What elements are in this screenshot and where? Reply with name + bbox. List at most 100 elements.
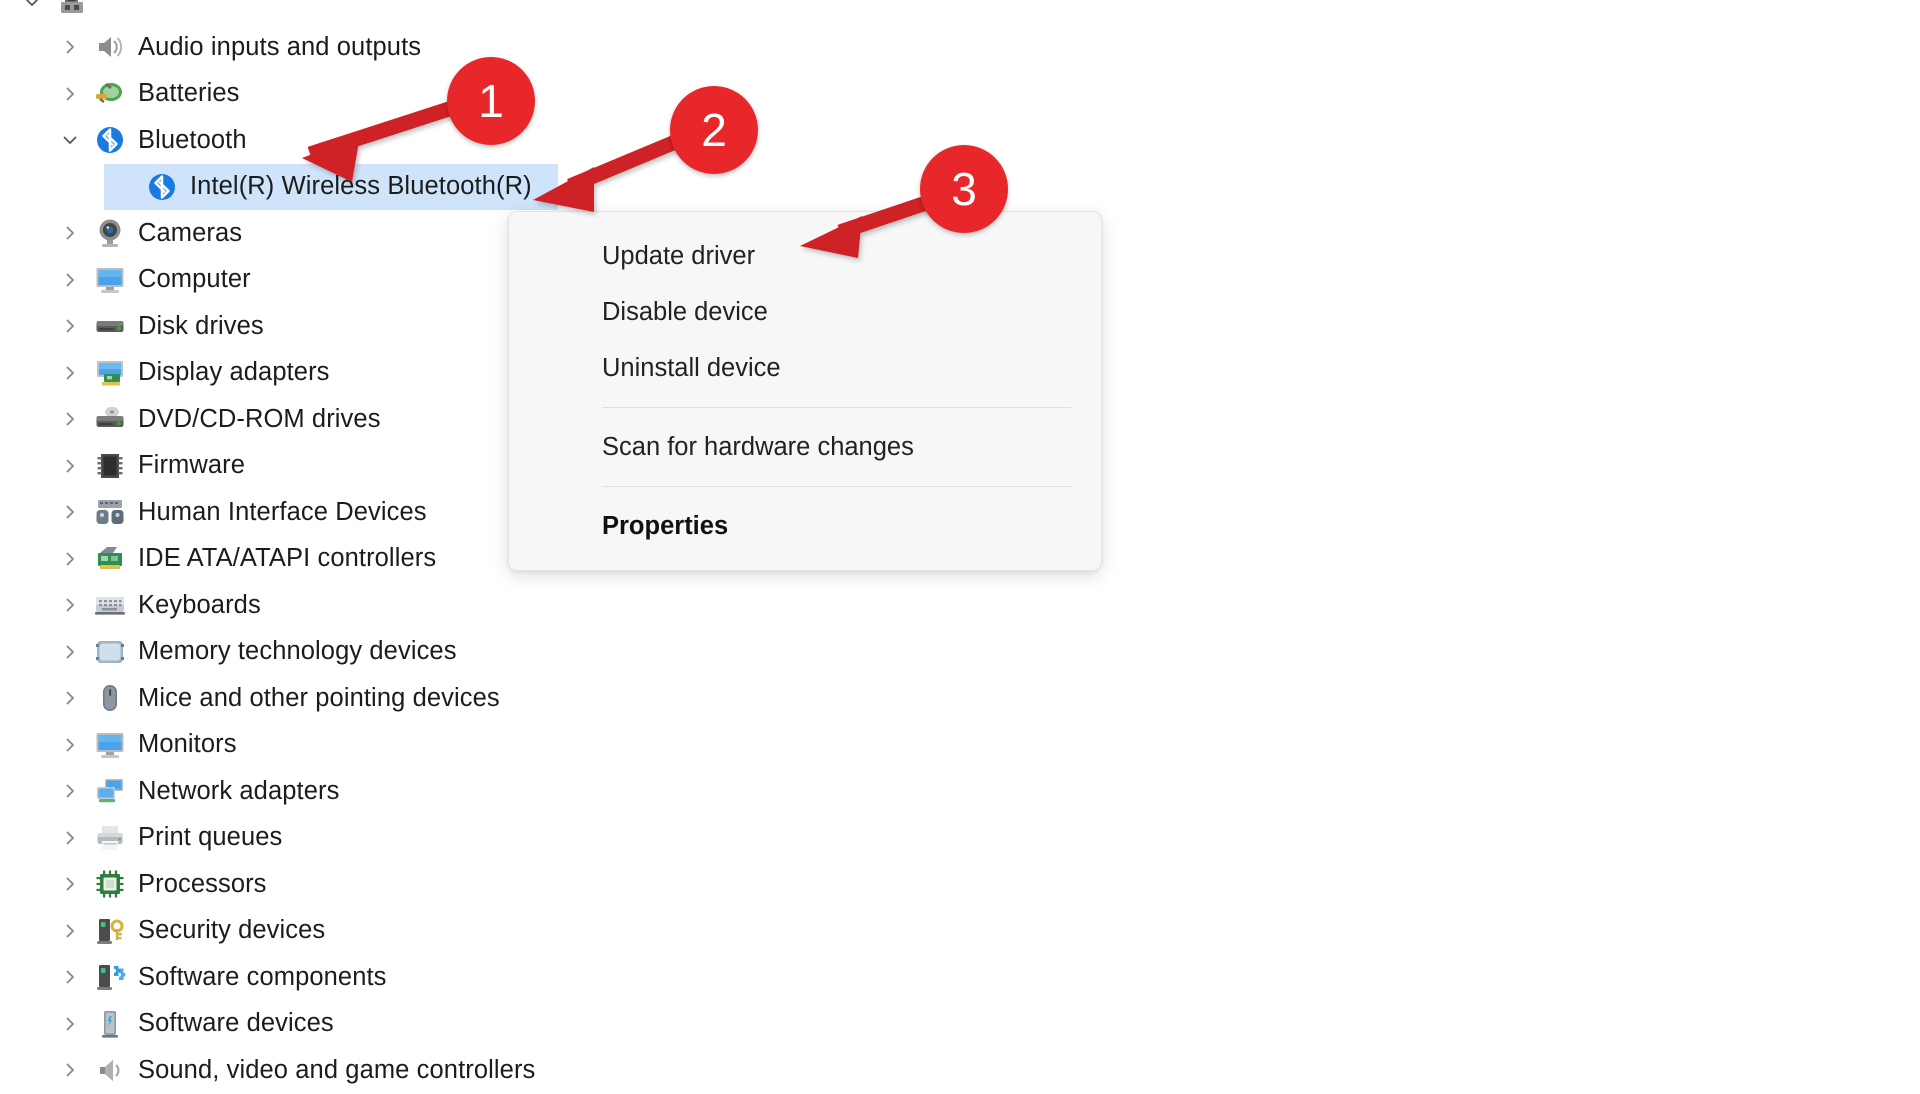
chevron-right-icon[interactable]: [52, 317, 88, 335]
security-device-icon: [88, 915, 132, 947]
chevron-down-icon[interactable]: [14, 0, 50, 11]
menu-separator: [602, 407, 1071, 408]
tree-row-label: Audio inputs and outputs: [138, 32, 422, 61]
sound-device-icon: [88, 1054, 132, 1086]
menu-item-update-driver[interactable]: Update driver: [509, 228, 1101, 284]
disk-drive-icon: [88, 310, 132, 342]
menu-item-label: Properties: [602, 511, 729, 540]
keyboard-icon: [88, 589, 132, 621]
memory-device-icon: [88, 636, 132, 668]
tree-row-intel-r-wireless-bluetooth-r[interactable]: Intel(R) Wireless Bluetooth(R): [0, 163, 1200, 210]
tree-row-label: Batteries: [138, 79, 240, 108]
tree-row-software-devices[interactable]: Software devices: [0, 1001, 1200, 1048]
hid-icon: [88, 496, 132, 528]
software-component-icon: [88, 961, 132, 993]
menu-item-label: Scan for hardware changes: [602, 432, 914, 461]
tree-row-security-devices[interactable]: Security devices: [0, 908, 1200, 955]
device-context-menu[interactable]: Update driver Disable device Uninstall dev…: [508, 211, 1102, 571]
chevron-right-icon[interactable]: [52, 224, 88, 242]
tree-row-monitors[interactable]: Monitors: [0, 722, 1200, 769]
tree-row-bluetooth[interactable]: Bluetooth: [0, 117, 1200, 164]
printer-icon: [88, 822, 132, 854]
chevron-down-icon[interactable]: [52, 131, 88, 149]
chevron-right-icon[interactable]: [52, 782, 88, 800]
bluetooth-icon: [88, 124, 132, 156]
chevron-right-icon[interactable]: [52, 457, 88, 475]
speaker-icon: [88, 31, 132, 63]
chevron-right-icon[interactable]: [52, 922, 88, 940]
tree-row-label: Monitors: [138, 730, 237, 759]
tree-row-software-components[interactable]: Software components: [0, 954, 1200, 1001]
tree-row-audio-inputs-and-outputs[interactable]: Audio inputs and outputs: [0, 24, 1200, 71]
monitor-icon: [88, 264, 132, 296]
tree-row-label: Keyboards: [138, 590, 261, 619]
chevron-right-icon[interactable]: [52, 643, 88, 661]
annotation-badge-2: 2: [670, 86, 758, 174]
tree-row-selected-highlight[interactable]: Intel(R) Wireless Bluetooth(R): [104, 163, 558, 210]
menu-item-label: Update driver: [602, 241, 756, 270]
tree-row-label: Computer: [138, 265, 251, 294]
menu-item-label: Disable device: [602, 297, 768, 326]
tree-row-label: Human Interface Devices: [138, 497, 427, 526]
tree-row-label: IDE ATA/ATAPI controllers: [138, 544, 437, 573]
chevron-right-icon[interactable]: [52, 38, 88, 56]
chevron-right-icon[interactable]: [52, 968, 88, 986]
tree-row-label: Sound, video and game controllers: [138, 1055, 536, 1084]
camera-icon: [88, 217, 132, 249]
tree-row-label: Software components: [138, 962, 387, 991]
tree-row-print-queues[interactable]: Print queues: [0, 815, 1200, 862]
firmware-chip-icon: [88, 450, 132, 482]
chevron-right-icon[interactable]: [52, 596, 88, 614]
tree-row-label: Display adapters: [138, 358, 330, 387]
menu-separator: [602, 486, 1071, 487]
tree-row-keyboards[interactable]: Keyboards: [0, 582, 1200, 629]
tree-row-label: Disk drives: [138, 311, 264, 340]
software-device-icon: [88, 1008, 132, 1040]
tree-row-label: Print queues: [138, 823, 283, 852]
annotation-badge-1-label: 1: [478, 75, 504, 127]
tree-row-root[interactable]: [0, 0, 1200, 24]
chevron-right-icon[interactable]: [52, 550, 88, 568]
dvd-drive-icon: [88, 403, 132, 435]
chevron-right-icon[interactable]: [52, 736, 88, 754]
battery-icon: [88, 78, 132, 110]
chevron-right-icon[interactable]: [52, 1015, 88, 1033]
tree-row-label: Firmware: [138, 451, 246, 480]
chevron-right-icon[interactable]: [52, 1061, 88, 1079]
tree-row-memory-technology-devices[interactable]: Memory technology devices: [0, 629, 1200, 676]
menu-item-properties[interactable]: Properties: [509, 498, 1101, 554]
chevron-right-icon[interactable]: [52, 829, 88, 847]
bluetooth-icon: [140, 171, 184, 203]
tree-row-processors[interactable]: Processors: [0, 861, 1200, 908]
device-manager-screen: Audio inputs and outputs Batteries Bluetoo…: [0, 0, 1920, 1084]
tree-row-label: Mice and other pointing devices: [138, 683, 500, 712]
chevron-right-icon[interactable]: [52, 85, 88, 103]
tree-row-label: Processors: [138, 869, 267, 898]
tree-row-sound-video-and-game-controllers[interactable]: Sound, video and game controllers: [0, 1047, 1200, 1094]
chevron-right-icon[interactable]: [52, 503, 88, 521]
menu-item-scan-for-hardware-changes[interactable]: Scan for hardware changes: [509, 419, 1101, 475]
tree-row-label: DVD/CD-ROM drives: [138, 404, 381, 433]
computer-root-icon: [50, 0, 94, 18]
chevron-right-icon[interactable]: [52, 410, 88, 428]
tree-row-label: Bluetooth: [138, 125, 247, 154]
chevron-right-icon[interactable]: [52, 689, 88, 707]
chevron-right-icon[interactable]: [52, 271, 88, 289]
ide-controller-icon: [88, 543, 132, 575]
tree-row-mice-and-other-pointing-devices[interactable]: Mice and other pointing devices: [0, 675, 1200, 722]
tree-row-label: Security devices: [138, 916, 326, 945]
tree-row-label: Memory technology devices: [138, 637, 457, 666]
tree-row-label: Software devices: [138, 1009, 334, 1038]
chevron-right-icon[interactable]: [52, 364, 88, 382]
mouse-icon: [88, 682, 132, 714]
network-adapter-icon: [88, 775, 132, 807]
chevron-right-icon[interactable]: [52, 875, 88, 893]
tree-row-network-adapters[interactable]: Network adapters: [0, 768, 1200, 815]
monitor-icon: [88, 729, 132, 761]
menu-item-disable-device[interactable]: Disable device: [509, 284, 1101, 340]
annotation-badge-2-label: 2: [701, 104, 727, 156]
display-adapter-icon: [88, 357, 132, 389]
annotation-badge-3: 3: [920, 145, 1008, 233]
menu-item-uninstall-device[interactable]: Uninstall device: [509, 340, 1101, 396]
tree-row-batteries[interactable]: Batteries: [0, 71, 1200, 118]
